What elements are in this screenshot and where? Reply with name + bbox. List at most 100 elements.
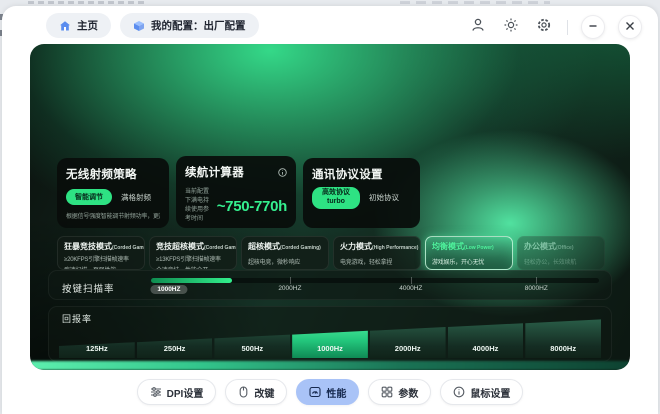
- mode-firepower[interactable]: 火力模式(High Performance) 电竞游戏，轻松拿捏: [333, 236, 421, 270]
- toolbar-label: 鼠标设置: [470, 385, 510, 400]
- titlebar-divider: [567, 20, 568, 35]
- performance-mode-row: 狂暴竞技模式(Corded Gaming) ≥20KFPS引擎扫描帧速率 疾速扫…: [57, 236, 605, 270]
- scan-rate-4000hz[interactable]: 4000HZ: [399, 285, 422, 292]
- mode-title: 竞技超核模式: [156, 242, 204, 251]
- toolbar-performance[interactable]: 性能: [296, 379, 359, 405]
- polling-4000hz[interactable]: 4000Hz: [448, 318, 524, 358]
- protocol-initial-button[interactable]: 初始协议: [369, 192, 399, 203]
- polling-bar-label: 1000Hz: [292, 344, 368, 353]
- polling-bar-label: 500Hz: [214, 344, 290, 353]
- tab-home-label: 主页: [77, 18, 98, 33]
- tab-my-config-label: 我的配置：出厂配置: [151, 18, 246, 33]
- polling-2000hz[interactable]: 2000Hz: [370, 318, 446, 358]
- titlebar-controls: [468, 15, 642, 39]
- mode-office[interactable]: 办公模式(Office) 轻松办公，长效续航: [517, 236, 605, 270]
- background-window-artifact: [400, 1, 550, 4]
- user-icon: [470, 17, 486, 38]
- toolbar-key-remap[interactable]: 改键: [225, 379, 287, 405]
- mode-supercore[interactable]: 超核模式(Corded Gaming) 超核电竞，微秒响应: [241, 236, 329, 270]
- scan-rate-8000hz[interactable]: 8000HZ: [525, 285, 548, 292]
- minimize-button[interactable]: [581, 15, 605, 39]
- polling-1000hz[interactable]: 1000Hz: [292, 318, 368, 358]
- cube-icon: [133, 20, 145, 32]
- polling-500hz[interactable]: 500Hz: [214, 318, 290, 358]
- mode-competitive-supercore[interactable]: 竞技超核模式(Corded Gaming) ≥13KFPS引擎扫描帧速率 全速竞…: [149, 236, 237, 270]
- mode-tag: (Office): [556, 245, 574, 251]
- protocol-settings-title: 通讯协议设置: [312, 166, 411, 182]
- toolbar-parameters[interactable]: 参数: [368, 379, 431, 405]
- polling-bar-label: 125Hz: [59, 344, 135, 353]
- polling-rate-section: 回报率 125Hz 250Hz 500Hz 1000Hz 2000Hz 4000…: [48, 306, 612, 362]
- brightness-button[interactable]: [501, 17, 521, 37]
- minimize-icon: [588, 18, 598, 36]
- protocol-settings-card: 通讯协议设置 高效协议 turbo 初始协议: [303, 158, 420, 228]
- polling-250hz[interactable]: 250Hz: [137, 318, 213, 358]
- toolbar-mouse-settings[interactable]: 鼠标设置: [440, 379, 523, 405]
- toolbar-dpi-settings[interactable]: DPI设置: [137, 379, 217, 405]
- mouse-icon: [238, 386, 249, 398]
- slider-tick: [290, 277, 291, 284]
- close-icon: [625, 18, 635, 36]
- wireless-rf-title: 无线射频策略: [66, 166, 160, 182]
- mode-tag: (Corded Gaming): [280, 245, 321, 251]
- panel-bottom-glow: [30, 361, 630, 370]
- protocol-turbo-sublabel: turbo: [327, 198, 345, 205]
- polling-8000hz[interactable]: 8000Hz: [525, 318, 601, 358]
- key-scan-rate-section: 按键扫描率 1000HZ 2000HZ 4000HZ 8000HZ: [48, 270, 612, 300]
- mode-desc: ≥13KFPS引擎扫描帧速率: [156, 254, 230, 263]
- wireless-rf-description: 根据信号强度智能调节射频功率，更加节能: [66, 211, 160, 220]
- mode-desc: 超核电竞，微秒响应: [248, 257, 322, 266]
- grid-icon: [381, 386, 393, 398]
- scan-rate-2000hz[interactable]: 2000HZ: [278, 285, 301, 292]
- mode-desc: ≥20KFPS引擎扫描帧速率: [64, 254, 138, 263]
- polling-125hz[interactable]: 125Hz: [59, 318, 135, 358]
- gauge-icon: [309, 386, 321, 398]
- settings-button[interactable]: [534, 17, 554, 37]
- key-scan-rate-slider[interactable]: [151, 278, 599, 283]
- slider-fill: [151, 278, 232, 283]
- protocol-turbo-button[interactable]: 高效协议 turbo: [312, 187, 360, 209]
- wireless-rf-card: 无线射频策略 智能调节 满格射频 根据信号强度智能调节射频功率，更加节能: [57, 158, 169, 228]
- mode-desc: 轻松办公，长效续航: [524, 257, 598, 266]
- scan-rate-tick-labels: 1000HZ 2000HZ 4000HZ 8000HZ: [151, 285, 599, 297]
- toolbar-label: DPI设置: [167, 385, 204, 400]
- user-button[interactable]: [468, 17, 488, 37]
- tab-bar: 主页 我的配置：出厂配置: [46, 13, 259, 38]
- slider-tick: [536, 277, 537, 284]
- polling-bar-label: 8000Hz: [525, 344, 601, 353]
- mode-desc: 电竞游戏，轻松拿捏: [340, 257, 414, 266]
- tab-my-config[interactable]: 我的配置：出厂配置: [120, 13, 259, 38]
- rf-full-power-button[interactable]: 满格射频: [121, 192, 151, 203]
- tab-home[interactable]: 主页: [46, 13, 111, 38]
- info-icon[interactable]: [278, 164, 287, 182]
- mode-title: 超核模式: [248, 242, 280, 251]
- mode-title: 火力模式: [340, 242, 372, 251]
- mode-desc: 游戏娱乐，开心无忧: [432, 257, 506, 266]
- protocol-turbo-label: 高效协议: [322, 189, 350, 196]
- mode-tag: (High Performance): [372, 245, 418, 251]
- toolbar-label: 性能: [326, 385, 346, 400]
- settings-icon: [536, 17, 552, 38]
- rf-smart-adjust-button[interactable]: 智能调节: [66, 189, 112, 205]
- app-window: 主页 我的配置：出厂配置: [2, 6, 658, 414]
- battery-estimate-value: ~750-770h: [217, 198, 287, 215]
- mode-balanced[interactable]: 均衡模式(Low Power) 游戏娱乐，开心无忧: [425, 236, 513, 270]
- toolbar-label: 参数: [398, 385, 418, 400]
- sliders-icon: [150, 386, 162, 398]
- bottom-toolbar: DPI设置 改键 性能 参数: [2, 379, 658, 405]
- mode-tag: (Corded Gaming): [204, 245, 237, 251]
- mode-tag: (Corded Gaming): [112, 245, 145, 251]
- battery-calculator-title: 续航计算器: [185, 164, 244, 180]
- mode-title: 均衡模式: [432, 242, 464, 251]
- polling-bar-label: 2000Hz: [370, 344, 446, 353]
- close-button[interactable]: [618, 15, 642, 39]
- polling-bar-label: 4000Hz: [448, 344, 524, 353]
- mode-rampage-gaming[interactable]: 狂暴竞技模式(Corded Gaming) ≥20KFPS引擎扫描帧速率 疾速扫…: [57, 236, 145, 270]
- mode-tag: (Low Power): [464, 245, 494, 251]
- polling-rate-bars: 125Hz 250Hz 500Hz 1000Hz 2000Hz 4000Hz 8…: [59, 318, 601, 358]
- mode-title: 办公模式: [524, 242, 556, 251]
- desktop-background: 主页 我的配置：出厂配置: [0, 0, 660, 414]
- info-circle-icon: [453, 386, 465, 398]
- scan-rate-1000hz[interactable]: 1000HZ: [150, 285, 187, 294]
- slider-tick: [411, 277, 412, 284]
